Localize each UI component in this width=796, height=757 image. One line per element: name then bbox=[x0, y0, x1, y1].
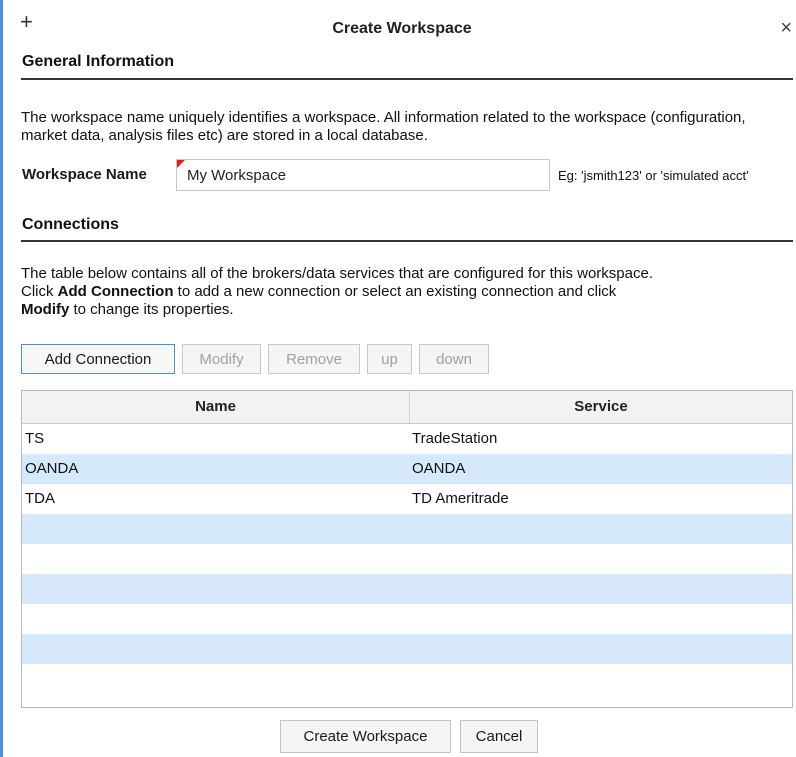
cell-name: TDA bbox=[25, 490, 55, 507]
empty-table-row bbox=[22, 544, 792, 574]
cell-name: TS bbox=[25, 430, 45, 447]
description-text: Click bbox=[21, 283, 58, 300]
cell-service: OANDA bbox=[412, 460, 466, 477]
modify-button[interactable]: Modify bbox=[182, 344, 261, 374]
connections-description-line-1: The table below contains all of the brok… bbox=[21, 265, 653, 282]
create-workspace-button[interactable]: Create Workspace bbox=[280, 720, 451, 753]
dialog-titlebar: + Create Workspace × bbox=[8, 0, 796, 44]
description-text: to add a new connection or select an exi… bbox=[173, 283, 617, 300]
empty-table-row bbox=[22, 634, 792, 664]
workspace-name-label: Workspace Name bbox=[22, 166, 147, 183]
move-down-button[interactable]: down bbox=[419, 344, 489, 374]
table-row[interactable]: TDA TD Ameritrade bbox=[22, 484, 792, 514]
connections-heading: Connections bbox=[22, 216, 119, 233]
connections-description: The table below contains all of the brok… bbox=[21, 265, 789, 319]
cell-service: TradeStation bbox=[412, 430, 498, 447]
workspace-name-hint: Eg: 'jsmith123' or 'simulated acct' bbox=[558, 168, 749, 183]
close-icon[interactable]: × bbox=[780, 18, 792, 38]
empty-table-row bbox=[22, 604, 792, 634]
dialog-title: Create Workspace bbox=[332, 20, 472, 37]
table-header: Name Service bbox=[22, 391, 792, 424]
column-header-name[interactable]: Name bbox=[22, 391, 410, 423]
empty-table-row bbox=[22, 514, 792, 544]
cell-service: TD Ameritrade bbox=[412, 490, 509, 507]
table-row[interactable]: OANDA OANDA bbox=[22, 454, 792, 484]
add-connection-button[interactable]: Add Connection bbox=[21, 344, 175, 374]
move-up-button[interactable]: up bbox=[367, 344, 412, 374]
column-header-service[interactable]: Service bbox=[410, 391, 792, 423]
required-field-flag bbox=[177, 160, 185, 168]
connections-description-line-2: Click Add Connection to add a new connec… bbox=[21, 283, 789, 301]
general-description: The workspace name uniquely identifies a… bbox=[21, 109, 746, 144]
general-information-heading: General Information bbox=[22, 53, 175, 70]
section-divider bbox=[21, 240, 793, 242]
table-row[interactable]: TS TradeStation bbox=[22, 424, 792, 454]
connections-description-line-3: Modify to change its properties. bbox=[21, 301, 789, 319]
section-divider bbox=[21, 78, 793, 80]
connections-table: Name Service TS TradeStation OANDA OANDA… bbox=[21, 390, 793, 708]
cancel-button[interactable]: Cancel bbox=[460, 720, 538, 753]
empty-table-row bbox=[22, 574, 792, 604]
description-text: to change its properties. bbox=[69, 301, 234, 318]
description-bold-text: Add Connection bbox=[57, 283, 174, 300]
dialog-left-border bbox=[0, 0, 3, 757]
remove-button[interactable]: Remove bbox=[268, 344, 360, 374]
workspace-name-input[interactable] bbox=[176, 159, 550, 191]
description-bold-text: Modify bbox=[21, 301, 70, 318]
cell-name: OANDA bbox=[25, 460, 79, 477]
empty-table-row bbox=[22, 664, 792, 694]
